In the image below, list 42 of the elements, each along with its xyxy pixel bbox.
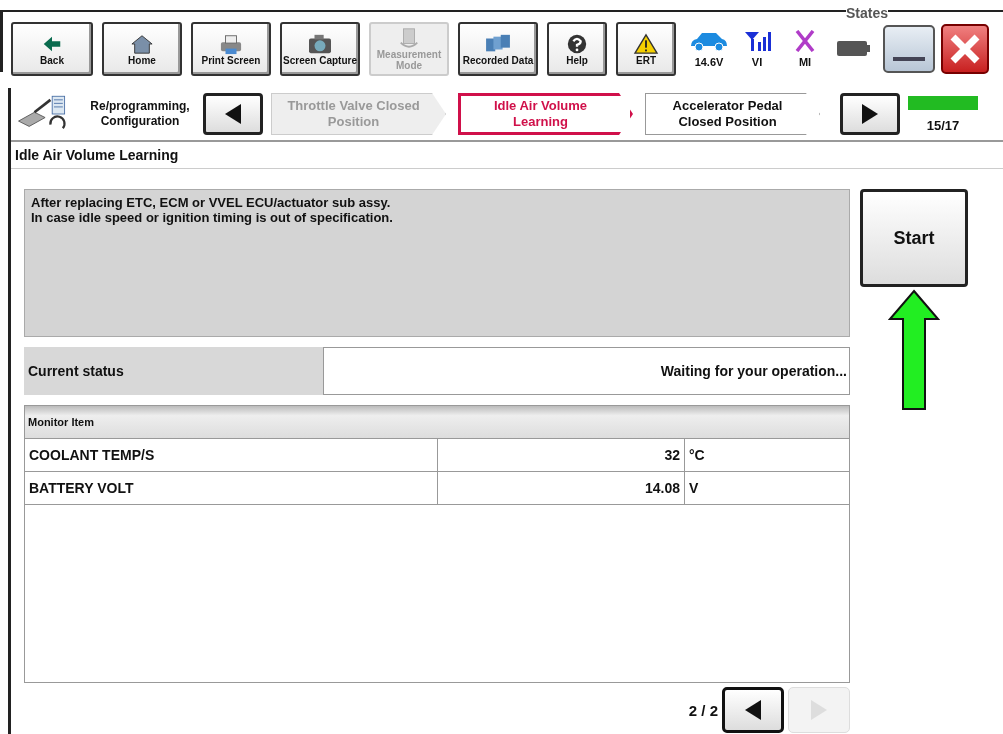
warning-icon xyxy=(632,32,660,55)
table-cell-text: V xyxy=(688,479,700,498)
indicator-label: 14.6V xyxy=(694,56,724,68)
description-text: After replacing ETC, ECM or VVEL ECU/actuator sub assy. xyxy=(31,195,391,210)
minimize-button[interactable] xyxy=(883,25,935,73)
table-cell: 32 xyxy=(438,439,685,471)
description-text: In case idle speed or ignition timing is out of specification. xyxy=(31,210,393,225)
table-cell-text: °C xyxy=(688,446,706,465)
indicator-label: MI xyxy=(798,56,812,68)
step-tab[interactable]: Idle Air Volume Learning xyxy=(458,93,633,135)
table-cell: 14.08 xyxy=(438,472,685,504)
status-value: Waiting for your operation... xyxy=(323,347,850,395)
step-tab[interactable]: Accelerator Pedal Closed Position xyxy=(645,93,820,135)
up-arrow-icon xyxy=(888,289,940,411)
progress-label: 15/17 xyxy=(926,117,960,133)
page-indicator: 2 / 2 xyxy=(688,701,718,719)
previous-step-button[interactable] xyxy=(203,93,263,135)
header-caption: States xyxy=(846,6,889,20)
indicator-label: VI xyxy=(751,56,763,68)
table-cell: COOLANT TEMP/S xyxy=(25,439,438,471)
right-triangle-icon xyxy=(860,102,880,126)
toolbar-button[interactable]: Back xyxy=(11,22,93,76)
table-cell: BATTERY VOLT xyxy=(25,472,438,504)
previous-page-button[interactable] xyxy=(722,687,784,733)
camera-icon xyxy=(306,32,334,55)
status-label: Current status xyxy=(24,347,323,395)
start-button[interactable]: Start xyxy=(860,189,968,287)
toolbar-button[interactable]: Home xyxy=(102,22,182,76)
page-title: Idle Air Volume Learning xyxy=(15,147,179,163)
left-triangle-icon xyxy=(743,698,763,722)
toolbar-button[interactable]: Screen Capture xyxy=(280,22,360,76)
toolbar-button[interactable]: ERT xyxy=(616,22,676,76)
car-icon xyxy=(689,30,729,52)
breadcrumb-label: Re/programming, Configuration xyxy=(89,99,191,129)
left-triangle-icon xyxy=(223,102,243,126)
close-button[interactable] xyxy=(941,24,989,74)
toolbar-button[interactable]: Recorded Data xyxy=(458,22,538,76)
toolbar-button[interactable]: Print Screen xyxy=(191,22,271,76)
house-icon xyxy=(128,32,156,55)
next-step-button[interactable] xyxy=(840,93,900,135)
toolbar-button[interactable]: Help xyxy=(547,22,607,76)
column-header: Monitor Item xyxy=(28,416,94,428)
